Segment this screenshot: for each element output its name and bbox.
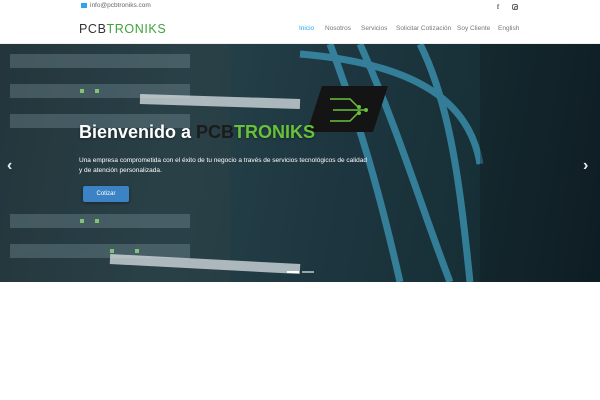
nav-solicitar-cotizacion[interactable]: Solicitar Cotización bbox=[396, 25, 451, 32]
nav-inicio[interactable]: Inicio bbox=[299, 25, 314, 32]
top-bar: info@pcbtroniks.com f bbox=[0, 0, 600, 14]
hero-title-prefix: Bienvenido a bbox=[79, 122, 197, 142]
instagram-icon[interactable] bbox=[510, 2, 520, 12]
slider-next-arrow-icon[interactable]: › bbox=[583, 157, 588, 175]
slider-dot-1[interactable] bbox=[287, 271, 299, 273]
cotizar-button[interactable]: Cotizar bbox=[83, 186, 129, 202]
logo-pcb: PCB bbox=[79, 22, 107, 36]
hero-description: Una empresa comprometida con el éxito de… bbox=[79, 157, 367, 174]
contact-email-text[interactable]: info@pcbtroniks.com bbox=[90, 2, 151, 9]
slider-pagination bbox=[287, 271, 314, 273]
site-header: PCBTRONIKS Inicio Nosotros Servicios Sol… bbox=[0, 14, 600, 44]
nav-english[interactable]: English bbox=[498, 25, 519, 32]
contact-email[interactable]: info@pcbtroniks.com bbox=[81, 2, 151, 9]
mail-icon bbox=[81, 3, 87, 8]
hero-title-brand-troniks: TRONIKS bbox=[234, 122, 316, 142]
logo-troniks: TRONIKS bbox=[106, 22, 167, 36]
nav-nosotros[interactable]: Nosotros bbox=[325, 25, 351, 32]
site-logo[interactable]: PCBTRONIKS bbox=[79, 22, 166, 36]
nav-soy-cliente[interactable]: Soy Cliente bbox=[457, 25, 490, 32]
facebook-icon[interactable]: f bbox=[493, 2, 503, 12]
slider-dot-2[interactable] bbox=[302, 271, 314, 273]
hero-slider: Bienvenido a PCBTRONIKS Una empresa comp… bbox=[0, 44, 600, 282]
nav-servicios[interactable]: Servicios bbox=[361, 25, 387, 32]
hero-title: Bienvenido a PCBTRONIKS bbox=[79, 122, 315, 143]
hero-title-brand-pcb: PCB bbox=[196, 122, 235, 142]
slider-prev-arrow-icon[interactable]: ‹ bbox=[7, 157, 12, 175]
